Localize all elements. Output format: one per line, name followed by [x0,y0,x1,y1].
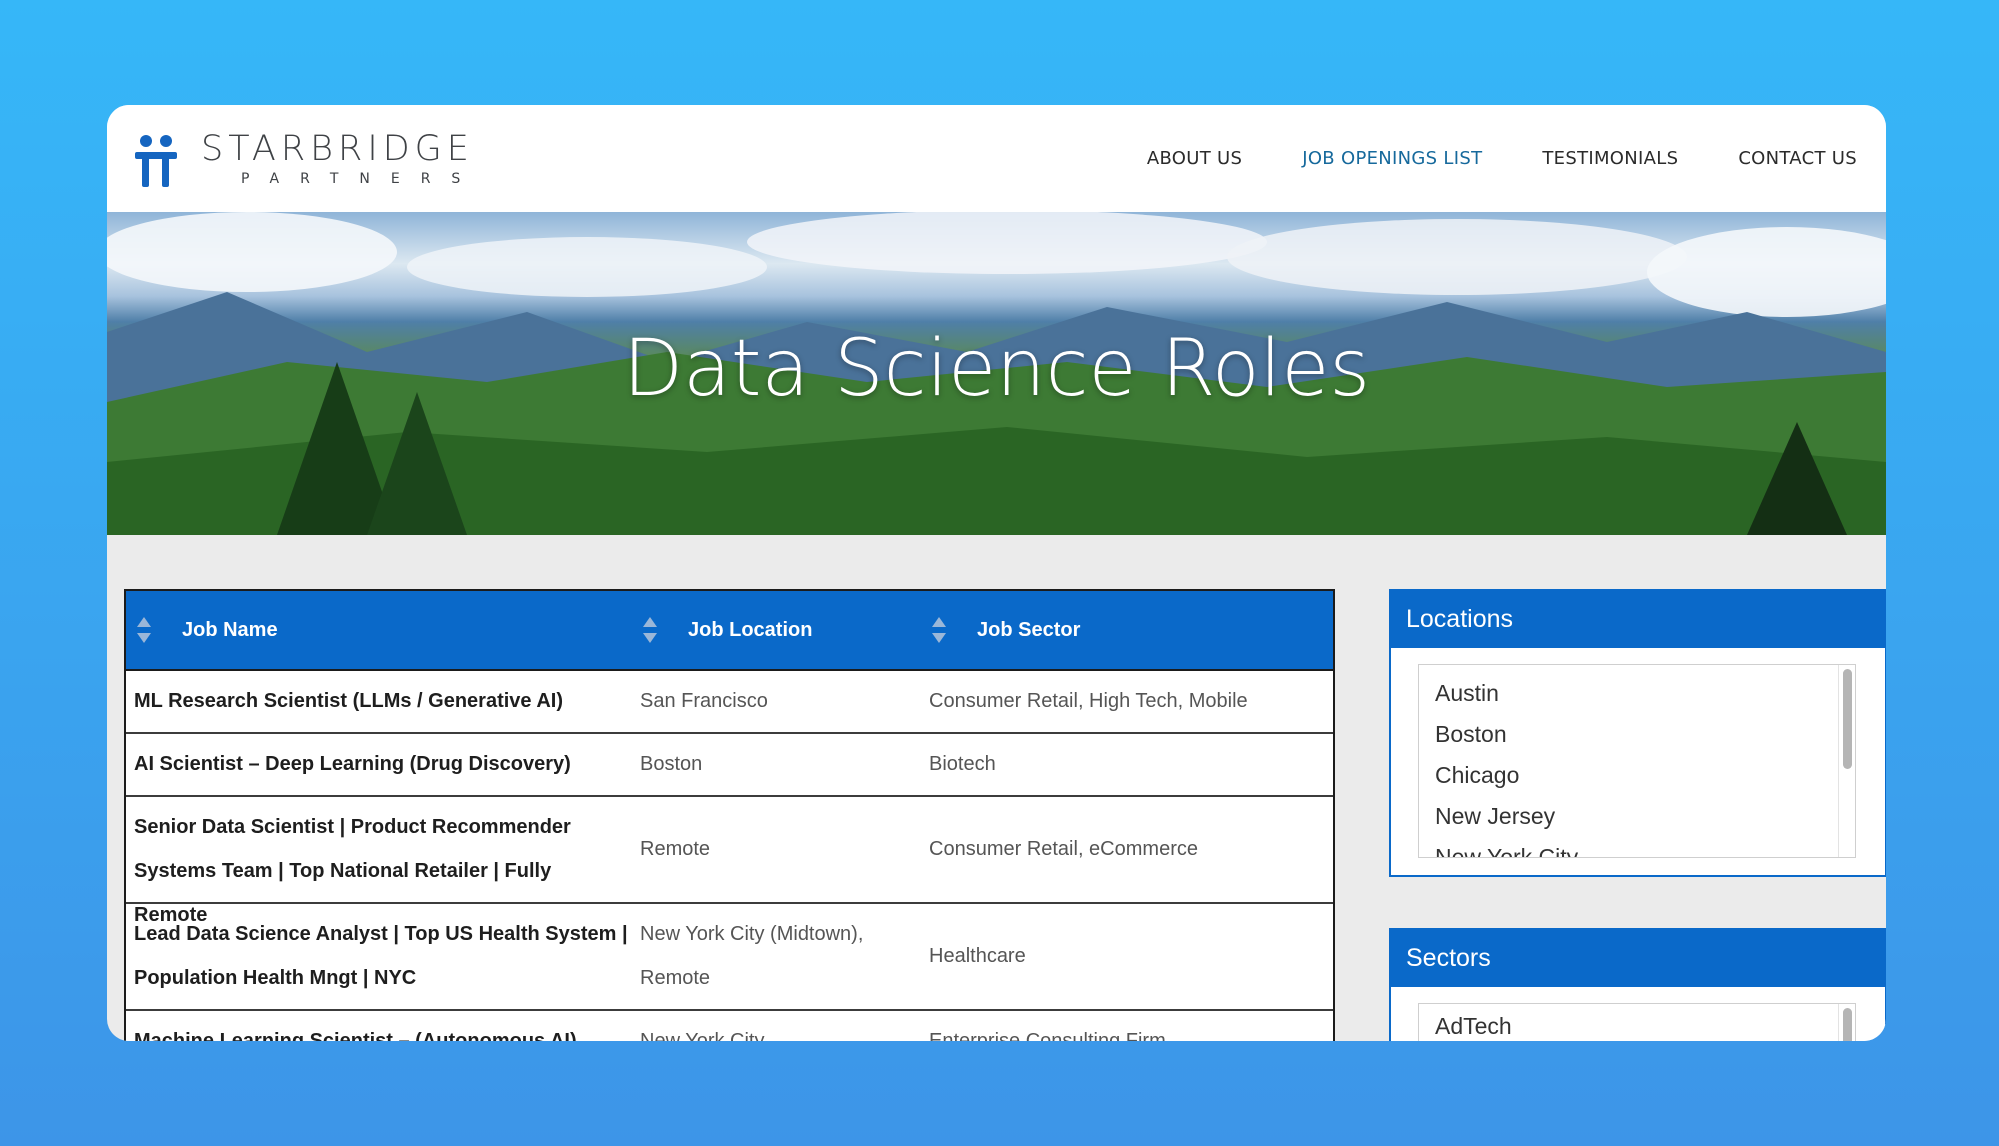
job-sector: Biotech [929,753,996,775]
sectors-filter-panel: Sectors AdTech [1389,928,1886,1041]
logo-subtitle: PARTNERS [241,171,482,187]
job-location: Boston [640,753,703,775]
nav-testimonials[interactable]: TESTIMONIALS [1542,148,1678,169]
sort-icon [643,617,657,643]
job-name-link[interactable]: AI Scientist – Deep Learning (Drug Disco… [134,742,629,786]
table-row[interactable]: AI Scientist – Deep Learning (Drug Disco… [126,734,1333,797]
listbox-scrollbar-thumb[interactable] [1843,1008,1852,1041]
job-name-link[interactable]: ML Research Scientist (LLMs / Generative… [134,679,629,723]
job-sector: Healthcare [929,945,1026,967]
job-location: San Francisco [640,690,768,712]
location-option[interactable]: New Jersey [1419,796,1855,837]
location-option[interactable]: New York City [1419,837,1855,857]
nav-contact-us[interactable]: CONTACT US [1738,148,1857,169]
locations-filter-panel: Locations Austin Boston Chicago New Jers… [1389,589,1886,877]
column-header-label: Job Sector [977,618,1081,641]
sectors-panel-title: Sectors [1391,930,1885,987]
table-row[interactable]: Lead Data Science Analyst | Top US Healt… [126,904,1333,1011]
main-nav: ABOUT US JOB OPENINGS LIST TESTIMONIALS … [1087,148,1857,169]
table-row[interactable]: Senior Data Scientist | Product Recommen… [126,797,1333,926]
job-sector: Consumer Retail, High Tech, Mobile [929,690,1248,712]
job-sector: Consumer Retail, eCommerce [929,838,1198,860]
people-logo-icon [135,135,177,187]
listbox-scrollbar-thumb[interactable] [1843,669,1852,769]
sort-icon [932,617,946,643]
job-name-link[interactable]: Lead Data Science Analyst | Top US Healt… [134,912,629,1000]
location-option[interactable]: Austin [1419,673,1855,714]
column-header-label: Job Location [688,618,813,641]
sort-icon [137,617,151,643]
job-openings-table: Job Name Job Location Job Sector ML Rese… [124,589,1335,1041]
job-sector: Enterprise Consulting Firm [929,1030,1166,1041]
listbox-scrollbar-track[interactable] [1838,1004,1855,1041]
job-location: New York City (Midtown), Remote [640,923,864,989]
location-option[interactable]: Boston [1419,714,1855,755]
locations-listbox[interactable]: Austin Boston Chicago New Jersey New Yor… [1418,664,1856,858]
nav-about-us[interactable]: ABOUT US [1147,148,1242,169]
hero-banner: Data Science Roles [107,212,1886,535]
logo-name: STARBRIDGE [201,129,474,169]
table-row[interactable]: ML Research Scientist (LLMs / Generative… [126,671,1333,734]
column-header-job-name[interactable]: Job Name [136,591,278,669]
sector-option[interactable]: AdTech [1419,1006,1855,1041]
table-row[interactable]: Machine Learning Scientist – (Autonomous… [126,1011,1333,1041]
logo[interactable]: STARBRIDGE PARTNERS [135,125,495,195]
locations-panel-title: Locations [1391,591,1885,648]
location-option[interactable]: Chicago [1419,755,1855,796]
nav-job-openings[interactable]: JOB OPENINGS LIST [1302,148,1482,169]
job-location: Remote [640,838,711,860]
job-location: New York City [640,1030,765,1041]
browser-page: STARBRIDGE PARTNERS ABOUT US JOB OPENING… [107,105,1886,1041]
column-header-job-location[interactable]: Job Location [642,591,812,669]
column-header-label: Job Name [182,618,278,641]
column-header-job-sector[interactable]: Job Sector [931,591,1080,669]
table-header: Job Name Job Location Job Sector [126,591,1333,671]
listbox-scrollbar-track[interactable] [1838,665,1855,857]
job-name-link[interactable]: Machine Learning Scientist – (Autonomous… [134,1019,629,1041]
site-header: STARBRIDGE PARTNERS ABOUT US JOB OPENING… [107,105,1886,212]
sectors-listbox[interactable]: AdTech [1418,1003,1856,1041]
page-title: Data Science Roles [623,324,1370,414]
